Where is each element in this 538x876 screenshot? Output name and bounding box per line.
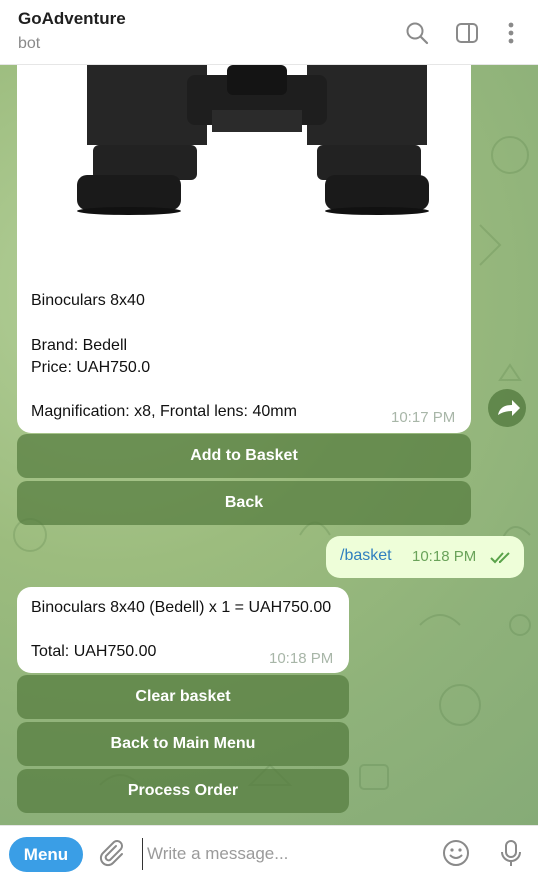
emoji-icon[interactable] [441,838,471,868]
user-message-time: 10:18 PM [412,548,477,565]
add-to-basket-button[interactable]: Add to Basket [17,434,471,478]
process-order-button[interactable]: Process Order [17,769,349,813]
double-check-icon [490,552,510,564]
basket-command-link[interactable]: /basket [340,547,392,565]
product-specs: Magnification: x8, Frontal lens: 40mm [31,403,297,420]
product-brand: Brand: Bedell [31,337,128,354]
share-arrow-icon [498,400,520,416]
message-input[interactable] [142,838,419,870]
attach-icon[interactable] [96,838,126,868]
basket-message: Binoculars 8x40 (Bedell) x 1 = UAH750.00… [17,587,349,673]
user-message: /basket 10:18 PM [326,536,524,578]
back-to-main-menu-button[interactable]: Back to Main Menu [17,722,349,766]
composer-bar: Menu [0,825,538,876]
more-vertical-icon[interactable] [498,20,524,46]
chat-header: GoAdventure bot [0,0,538,65]
microphone-icon[interactable] [496,838,526,868]
back-button[interactable]: Back [17,481,471,525]
sidebar-panel-icon[interactable] [454,20,480,46]
search-icon[interactable] [404,20,430,46]
chat-title[interactable]: GoAdventure [18,9,126,29]
product-price: Price: UAH750.0 [31,359,151,376]
menu-button[interactable]: Menu [9,837,83,872]
chat-area[interactable]: Binoculars 8x40 Brand: Bedell Price: UAH… [0,65,538,825]
clear-basket-button[interactable]: Clear basket [17,675,349,719]
forward-button[interactable] [488,389,526,427]
chat-subtitle: bot [18,35,41,52]
product-image-binoculars [77,65,429,215]
basket-message-time: 10:18 PM [269,650,334,667]
product-name: Binoculars 8x40 [31,292,145,309]
product-message-time: 10:17 PM [391,409,456,426]
basket-total: Total: UAH750.00 [31,643,157,660]
basket-line: Binoculars 8x40 (Bedell) x 1 = UAH750.00 [31,599,332,616]
product-message: Binoculars 8x40 Brand: Bedell Price: UAH… [17,65,471,433]
